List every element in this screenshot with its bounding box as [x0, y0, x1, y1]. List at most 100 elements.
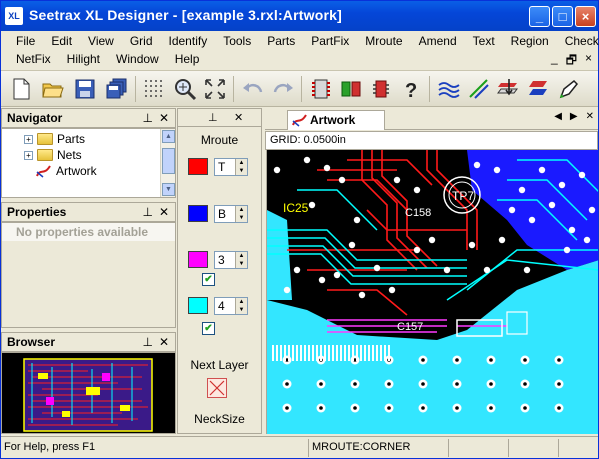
close-icon[interactable]: ✕ — [586, 111, 594, 122]
spin-arrows-icon[interactable]: ▲ ▼ — [235, 252, 247, 268]
mdi-close-button[interactable]: × — [585, 51, 592, 72]
menu-identify[interactable]: Identify — [160, 32, 215, 50]
scroll-up-icon[interactable]: ▲ — [162, 130, 175, 143]
menu-region[interactable]: Region — [502, 32, 556, 50]
menu-window[interactable]: Window — [107, 50, 166, 68]
tree-item-nets[interactable]: + Nets — [24, 147, 82, 163]
layer-4-spinner[interactable]: 4 ▲ ▼ — [214, 297, 248, 315]
navigator-title: Navigator — [7, 111, 63, 125]
layer-1-value: T — [218, 160, 226, 174]
layer-4-checkbox[interactable]: ✔ — [202, 322, 215, 335]
pad — [558, 181, 566, 189]
spin-arrows-icon[interactable]: ▲ ▼ — [235, 159, 247, 175]
part-rotate-icon[interactable] — [367, 75, 395, 103]
pad — [528, 216, 536, 224]
save-all-icon[interactable] — [103, 75, 131, 103]
next-layer-button[interactable] — [207, 378, 227, 398]
maximize-button[interactable]: □ — [552, 6, 573, 27]
redo-icon[interactable] — [269, 75, 297, 103]
part-place-icon[interactable] — [307, 75, 335, 103]
layer-2-color-swatch[interactable] — [188, 205, 208, 222]
route-wave-icon[interactable] — [435, 75, 463, 103]
spin-arrows-icon[interactable]: ▲ ▼ — [235, 298, 247, 314]
pad — [583, 236, 591, 244]
pad — [493, 166, 501, 174]
close-icon[interactable]: ✕ — [159, 203, 169, 221]
tree-item-artwork[interactable]: Artwork — [36, 163, 97, 179]
close-button[interactable]: × — [575, 6, 596, 27]
part-move-icon[interactable] — [337, 75, 365, 103]
pad — [518, 186, 526, 194]
status-cell-empty-2 — [509, 439, 559, 457]
menu-check[interactable]: Check — [556, 32, 599, 50]
spin-arrows-icon[interactable]: ▲ ▼ — [235, 206, 247, 222]
new-file-icon[interactable] — [7, 75, 35, 103]
layer-1-color-swatch[interactable] — [188, 158, 208, 175]
minimize-button[interactable]: _ — [529, 6, 550, 27]
artwork-icon — [36, 165, 51, 178]
menu-amend[interactable]: Amend — [410, 32, 464, 50]
tree-item-parts[interactable]: + Parts — [24, 131, 85, 147]
mroute-header: ⊥ ✕ — [178, 109, 261, 127]
doc-tab-navigation: ◀ ▶ ✕ — [554, 111, 594, 122]
pad — [578, 171, 586, 179]
route-diagonal-icon[interactable] — [465, 75, 493, 103]
layer-select-icon[interactable] — [525, 75, 553, 103]
toolbar-separator — [135, 76, 136, 102]
pin-strip — [284, 345, 286, 361]
menu-text[interactable]: Text — [464, 32, 502, 50]
pin-icon[interactable]: ⊥ — [143, 109, 153, 127]
tab-scroll-right-icon[interactable]: ▶ — [570, 111, 578, 122]
save-disk-icon[interactable] — [71, 75, 99, 103]
tab-artwork[interactable]: Artwork — [287, 110, 385, 130]
mdi-controls: _ 🗗 × — [551, 51, 592, 72]
layer-3-spinner[interactable]: 3 ▲ ▼ — [214, 251, 248, 269]
help-icon[interactable]: ? — [397, 75, 425, 103]
pin-icon[interactable]: ⊥ — [208, 111, 218, 124]
menu-netfix[interactable]: NetFix — [7, 50, 58, 68]
mdi-restore-button[interactable]: 🗗 — [566, 51, 577, 72]
zoom-fit-icon[interactable] — [201, 75, 229, 103]
grid-icon[interactable] — [140, 75, 168, 103]
close-icon[interactable]: ✕ — [234, 111, 243, 124]
mdi-minimize-button[interactable]: _ — [551, 51, 558, 72]
browser-thumbnail[interactable] — [1, 352, 176, 434]
menu-file[interactable]: File — [7, 32, 42, 50]
menu-tools[interactable]: Tools — [214, 32, 258, 50]
layer-1-spinner[interactable]: T ▲ ▼ — [214, 158, 248, 176]
layer-2-spinner[interactable]: B ▲ ▼ — [214, 205, 248, 223]
pad — [413, 186, 421, 194]
zoom-window-icon[interactable] — [171, 75, 199, 103]
menu-hilight[interactable]: Hilight — [58, 50, 107, 68]
menu-mroute[interactable]: Mroute — [356, 32, 409, 50]
via-hole — [319, 406, 323, 410]
via-hole — [557, 406, 561, 410]
undo-icon[interactable] — [239, 75, 267, 103]
close-icon[interactable]: ✕ — [159, 333, 169, 351]
layer-stack-icon[interactable] — [495, 75, 523, 103]
pin-strip — [272, 345, 274, 361]
expand-icon[interactable]: + — [24, 150, 33, 160]
menu-help[interactable]: Help — [166, 50, 207, 68]
menu-view[interactable]: View — [79, 32, 121, 50]
title-bar[interactable]: XL Seetrax XL Designer - [example 3.rxl:… — [1, 1, 598, 31]
scroll-thumb[interactable] — [162, 148, 175, 174]
layer-3-color-swatch[interactable] — [188, 251, 208, 268]
expand-icon[interactable]: + — [24, 134, 33, 144]
navigator-scrollbar[interactable]: ▲ ▼ — [160, 129, 175, 197]
menu-partfix[interactable]: PartFix — [302, 32, 356, 50]
pin-icon[interactable]: ⊥ — [143, 333, 153, 351]
artwork-canvas[interactable]: TP7 IC25 C158 C157 — [266, 150, 598, 434]
layer-4-color-swatch[interactable] — [188, 297, 208, 314]
resize-grip-icon[interactable] — [559, 439, 598, 457]
scroll-down-icon[interactable]: ▼ — [162, 183, 175, 196]
edit-pen-icon[interactable] — [555, 75, 583, 103]
menu-grid[interactable]: Grid — [121, 32, 160, 50]
pin-icon[interactable]: ⊥ — [143, 203, 153, 221]
menu-edit[interactable]: Edit — [42, 32, 79, 50]
open-folder-icon[interactable] — [39, 75, 67, 103]
menu-parts[interactable]: Parts — [258, 32, 302, 50]
tab-scroll-left-icon[interactable]: ◀ — [554, 111, 562, 122]
close-icon[interactable]: ✕ — [159, 109, 169, 127]
layer-3-checkbox[interactable]: ✔ — [202, 273, 215, 286]
